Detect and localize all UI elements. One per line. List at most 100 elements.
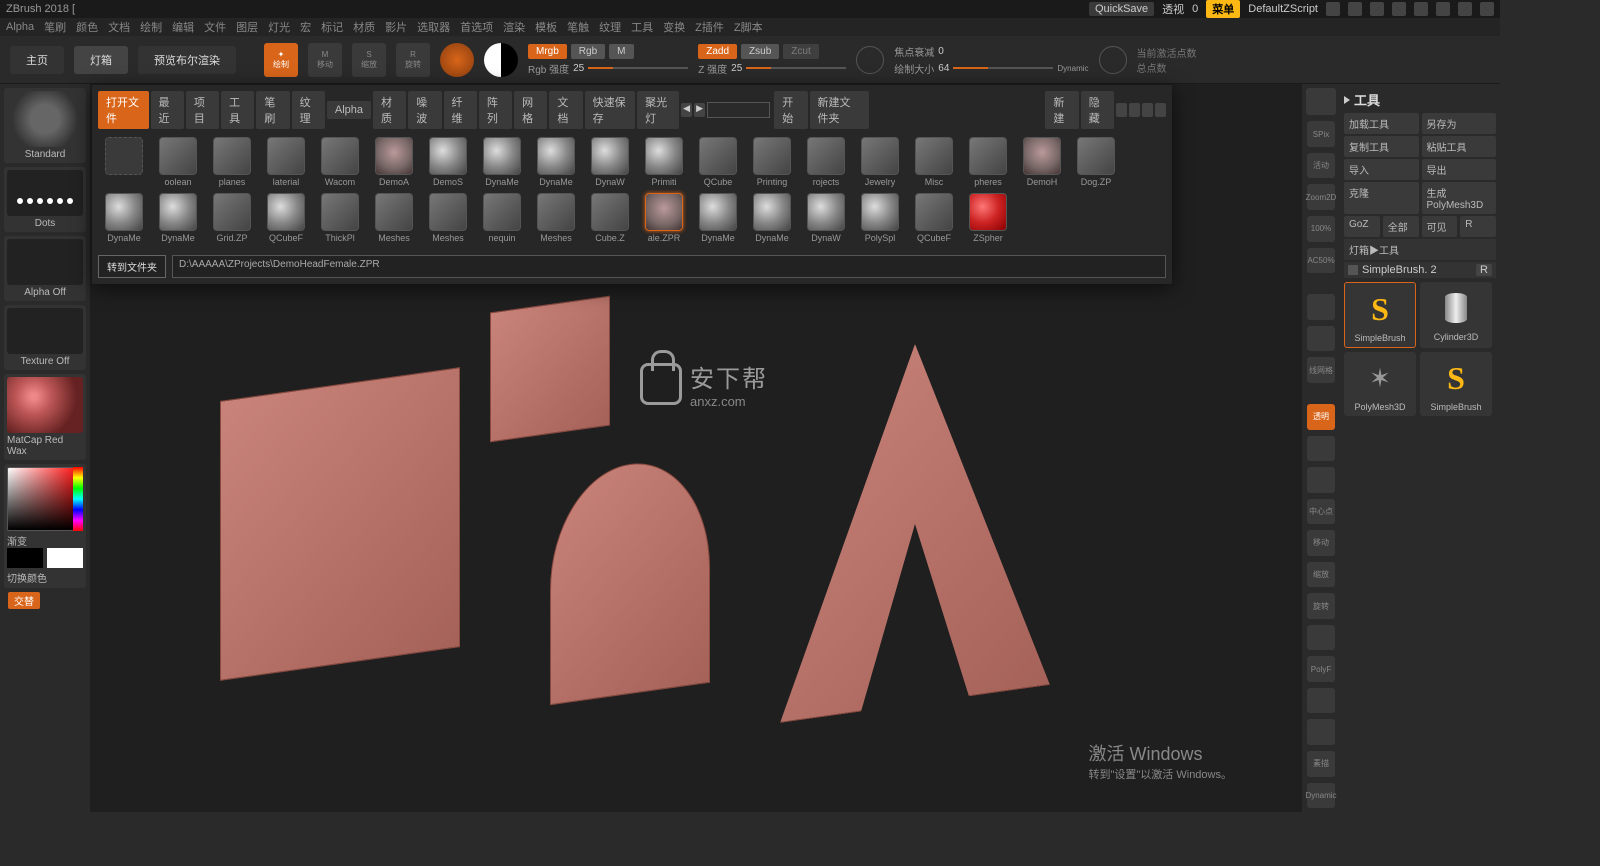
tool-breadcrumb[interactable]: 灯箱▶工具 (1344, 239, 1496, 260)
search-input[interactable] (707, 102, 770, 118)
browser-tab[interactable]: 聚光灯 (637, 91, 679, 129)
home-tab[interactable]: 主页 (10, 46, 64, 74)
menu-item[interactable]: 变换 (663, 19, 685, 35)
stroke-picker[interactable]: Dots (4, 167, 86, 232)
rgb-intensity-slider[interactable] (588, 67, 688, 69)
browser-item[interactable]: DynaW (588, 137, 632, 187)
browser-item[interactable]: Meshes (426, 193, 470, 243)
viewport-tool-icon[interactable]: Zoom2D (1307, 184, 1335, 210)
viewport-tool-icon[interactable]: SPix (1307, 121, 1335, 147)
restore-icon[interactable] (1436, 2, 1450, 16)
switch-color-label[interactable]: 切换颜色 (7, 570, 47, 585)
tool-action-button[interactable]: R (1460, 216, 1496, 237)
swatch-secondary[interactable] (47, 548, 83, 568)
menu-item[interactable]: 绘制 (140, 19, 162, 35)
browser-tab[interactable]: 纹理 (292, 91, 325, 129)
rgb-chip[interactable]: Rgb (571, 44, 605, 59)
zadd-chip[interactable]: Zadd (698, 44, 737, 59)
maximize-icon[interactable] (1458, 2, 1472, 16)
browser-tab[interactable]: 噪波 (408, 91, 441, 129)
tool-action-button[interactable]: GoZ (1344, 216, 1380, 237)
browser-tab[interactable]: 工具 (221, 91, 254, 129)
tool-action-button[interactable]: 生成 PolyMesh3D (1422, 182, 1497, 214)
browser-tab[interactable]: 笔刷 (256, 91, 289, 129)
browser-item[interactable]: ale.ZPR (642, 193, 686, 243)
browser-tab[interactable]: 项目 (186, 91, 219, 129)
color-icon[interactable] (1370, 2, 1384, 16)
browser-item[interactable]: Wacom (318, 137, 362, 187)
menu-item[interactable]: 材质 (353, 19, 375, 35)
viewport-tool-icon[interactable]: 移动 (1307, 530, 1335, 556)
alpha-picker[interactable]: Alpha Off (4, 236, 86, 301)
menu-item[interactable]: 纹理 (599, 19, 621, 35)
zsub-chip[interactable]: Zsub (741, 44, 779, 59)
menu-item[interactable]: 文档 (108, 19, 130, 35)
tool-item[interactable]: SSimpleBrush (1420, 352, 1492, 416)
menu-item[interactable]: 渲染 (503, 19, 525, 35)
browser-item[interactable]: DynaMe (696, 193, 740, 243)
menu-item[interactable]: Z脚本 (734, 19, 763, 35)
menu-item[interactable]: 标记 (321, 19, 343, 35)
viewport-tool-icon[interactable]: 中心点 (1307, 499, 1335, 525)
browser-item[interactable]: DynaMe (480, 137, 524, 187)
tool-item[interactable]: Cylinder3D (1420, 282, 1492, 348)
nav-arrow-icon[interactable]: ▶ (694, 103, 705, 117)
view-mode-icon[interactable] (1129, 103, 1140, 117)
mrgb-chip[interactable]: Mrgb (528, 44, 567, 59)
tool-item[interactable]: SSimpleBrush (1344, 282, 1416, 348)
r-button[interactable]: R (1476, 264, 1492, 276)
menu-item[interactable]: 编辑 (172, 19, 194, 35)
browser-item[interactable]: rojects (804, 137, 848, 187)
browser-action-button[interactable]: 隐藏 (1081, 91, 1114, 129)
viewport-tool-icon[interactable]: 100% (1307, 216, 1335, 242)
browser-item[interactable]: DynaMe (156, 193, 200, 243)
hue-slider[interactable] (73, 467, 83, 531)
focal-dial[interactable] (856, 46, 884, 74)
layout-icon[interactable] (1348, 2, 1362, 16)
tool-action-button[interactable]: 粘贴工具 (1422, 136, 1497, 157)
browser-item[interactable]: DynaMe (102, 193, 146, 243)
view-mode-icon[interactable] (1116, 103, 1127, 117)
swap-button[interactable]: 交替 (8, 592, 40, 609)
viewport-tool-icon[interactable] (1307, 625, 1335, 651)
move-mode-icon[interactable]: M移动 (308, 43, 342, 77)
texture-picker[interactable]: Texture Off (4, 305, 86, 370)
viewport-tool-icon[interactable] (1307, 688, 1335, 714)
browser-tab[interactable]: 快速保存 (585, 91, 636, 129)
swatch-primary[interactable] (7, 548, 43, 568)
browser-item[interactable]: Meshes (534, 193, 578, 243)
viewport-tool-icon[interactable] (1307, 436, 1335, 462)
tool-action-button[interactable]: 导入 (1344, 159, 1419, 180)
browser-item[interactable]: planes (210, 137, 254, 187)
tool-action-button[interactable]: 可见 (1422, 216, 1458, 237)
browser-item[interactable]: DemoH (1020, 137, 1064, 187)
menu-item[interactable]: Z插件 (695, 19, 724, 35)
tool-action-button[interactable]: 复制工具 (1344, 136, 1419, 157)
browser-item[interactable]: QCubeF (264, 193, 308, 243)
menu-button[interactable]: 菜单 (1206, 0, 1240, 18)
viewport-tool-icon[interactable] (1307, 294, 1335, 320)
m-chip[interactable]: M (609, 44, 633, 59)
menu-item[interactable]: 图层 (236, 19, 258, 35)
viewport-tool-icon[interactable]: 素描 (1307, 751, 1335, 777)
viewport-tool-icon[interactable] (1307, 467, 1335, 493)
default-script[interactable]: DefaultZScript (1248, 3, 1318, 15)
active-tool-row[interactable]: SimpleBrush. 2 R (1344, 262, 1496, 278)
quicksave-button[interactable]: QuickSave (1089, 2, 1154, 16)
menu-item[interactable]: Alpha (6, 21, 34, 33)
browser-item[interactable]: Primiti (642, 137, 686, 187)
close-icon[interactable] (1480, 2, 1494, 16)
browser-action-button[interactable]: 新建文件夹 (810, 91, 869, 129)
gizmo-icon[interactable] (440, 43, 474, 77)
tool-action-button[interactable]: 克隆 (1344, 182, 1419, 214)
menu-item[interactable]: 工具 (631, 19, 653, 35)
menu-item[interactable]: 文件 (204, 19, 226, 35)
color-field[interactable] (7, 467, 83, 531)
path-input[interactable]: D:\AAAAA\ZProjects\DemoHeadFemale.ZPR (172, 255, 1166, 278)
viewport-tool-icon[interactable]: 透明 (1307, 404, 1335, 430)
browser-item[interactable]: PolySpl (858, 193, 902, 243)
material-picker[interactable]: MatCap Red Wax (4, 374, 86, 460)
menu-item[interactable]: 选取器 (417, 19, 450, 35)
viewport-tool-icon[interactable]: 活动 (1307, 153, 1335, 179)
tool-action-button[interactable]: 全部 (1383, 216, 1419, 237)
